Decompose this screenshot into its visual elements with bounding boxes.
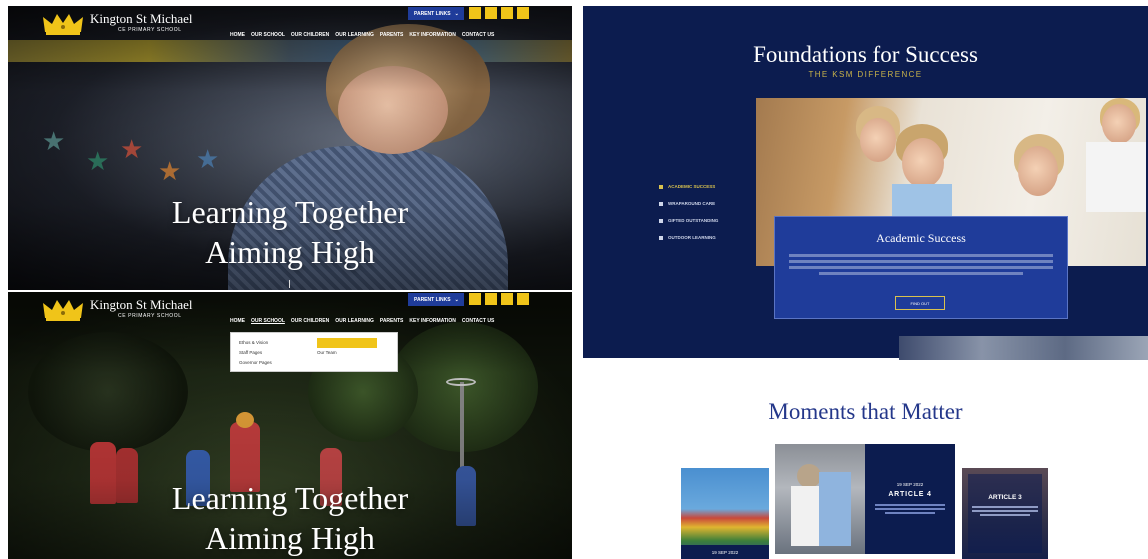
moments-title: Moments that Matter [768, 399, 963, 424]
quick-link-icon[interactable] [485, 7, 497, 19]
dropdown-column: Our Team [317, 338, 377, 358]
dropdown-item[interactable]: Staff Pages [239, 348, 272, 358]
article-desc [875, 504, 945, 514]
nav-item-parents[interactable]: PARENTS [380, 318, 404, 324]
parent-links-button[interactable]: PARENT LINKS ⌄ [408, 293, 464, 306]
homepage-sections-panel: Foundations for Success THE KSM DIFFEREN… [583, 6, 1148, 559]
bullet-icon [659, 184, 663, 189]
hero-heading: Learning Together Aiming High [8, 192, 572, 272]
quick-link-icon[interactable] [501, 293, 513, 305]
nav-item-key-information[interactable]: KEY INFORMATION [409, 318, 455, 324]
quick-link-icon[interactable] [485, 293, 497, 305]
bullet-icon [659, 218, 663, 223]
menu-item-label: GIFTED OUTSTANDING [668, 218, 719, 223]
school-subtitle: CE PRIMARY SCHOOL [118, 313, 182, 319]
parent-links-button[interactable]: PARENT LINKS ⌄ [408, 7, 464, 20]
article-date: 19 SEP 2022 [681, 545, 769, 559]
academic-success-card: Academic Success FIND OUT [774, 216, 1068, 319]
article-title: ARTICLE 3 [988, 494, 1022, 501]
main-nav: HOME OUR SCHOOL OUR CHILDREN OUR LEARNIN… [230, 318, 494, 324]
dropdown-item-highlighted[interactable] [317, 338, 377, 348]
parent-links-label: PARENT LINKS [414, 296, 451, 303]
child-hat-image [797, 464, 821, 488]
school-name: Kington St Michael [90, 11, 193, 26]
article-overlay: ARTICLE 3 [968, 474, 1042, 553]
bullet-icon [659, 201, 663, 206]
menu-item-academic-success[interactable]: ACADEMIC SUCCESS [659, 178, 718, 195]
dropdown-column: Ethos & Vision Staff Pages Governor Page… [239, 338, 272, 368]
dropdown-item[interactable]: Governor Pages [239, 358, 272, 368]
dropdown-item[interactable]: Our Team [317, 348, 377, 358]
menu-item-label: WRAPAROUND CARE [668, 201, 716, 206]
article-desc [972, 506, 1038, 516]
nav-item-contact-us[interactable]: CONTACT US [462, 318, 494, 324]
parent-links-label: PARENT LINKS [414, 10, 451, 17]
article-text: 19 SEP 2022 ARTICLE 4 [865, 444, 955, 554]
article-photo [775, 444, 865, 554]
article-card-featured[interactable]: 19 SEP 2022 ARTICLE 4 [775, 444, 955, 554]
nav-item-home[interactable]: HOME [230, 318, 245, 324]
nav-item-our-learning[interactable]: OUR LEARNING [335, 32, 374, 38]
quick-link-icon[interactable] [517, 7, 529, 19]
hero-panel-netball: Kington St Michael CE PRIMARY SCHOOL PAR… [8, 292, 572, 559]
nav-item-parents[interactable]: PARENTS [380, 32, 404, 38]
quick-link-icon[interactable] [469, 7, 481, 19]
foundations-menu: ACADEMIC SUCCESS WRAPAROUND CARE GIFTED … [659, 178, 718, 246]
bullet-icon [659, 235, 663, 240]
menu-item-label: OUTDOOR LEARNING [668, 235, 716, 240]
nav-item-contact-us[interactable]: CONTACT US [462, 32, 494, 38]
hero-line-2: Aiming High [205, 234, 375, 270]
quick-link-icon[interactable] [517, 293, 529, 305]
nav-item-our-school[interactable]: OUR SCHOOL [251, 318, 285, 324]
child-dress-image [819, 472, 851, 546]
nav-item-key-information[interactable]: KEY INFORMATION [409, 32, 455, 38]
school-logo[interactable]: Kington St Michael CE PRIMARY SCHOOL [42, 12, 193, 36]
child-face-image [1018, 146, 1058, 196]
section-transition-image [899, 336, 1148, 360]
child-shirt-image [1086, 142, 1146, 212]
hero-line-2: Aiming High [205, 520, 375, 556]
collage-divider [574, 0, 583, 559]
child-face-image [902, 138, 944, 188]
nav-item-our-children[interactable]: OUR CHILDREN [291, 318, 329, 324]
article-date: 19 SEP 2022 [896, 482, 924, 487]
scroll-indicator[interactable] [289, 280, 290, 288]
hero-panel-classroom: ★ ★ ★ ★ ★ Kington St Michael CE PRIMARY … [8, 6, 572, 290]
foundations-subtitle: THE KSM DIFFERENCE [808, 70, 923, 79]
card-body-text [789, 251, 1053, 278]
hero-line-1: Learning Together [171, 480, 409, 516]
nav-item-our-children[interactable]: OUR CHILDREN [291, 32, 329, 38]
menu-item-gifted-outstanding[interactable]: GIFTED OUTSTANDING [659, 212, 718, 229]
nav-item-our-school[interactable]: OUR SCHOOL [251, 32, 285, 38]
hero-line-1: Learning Together [171, 194, 409, 230]
nav-item-home[interactable]: HOME [230, 32, 245, 38]
our-school-dropdown: Ethos & Vision Staff Pages Governor Page… [230, 332, 398, 372]
article-card[interactable]: ARTICLE 3 [962, 468, 1048, 559]
menu-item-label: ACADEMIC SUCCESS [668, 184, 716, 189]
chevron-down-icon: ⌄ [454, 10, 459, 17]
nav-item-our-learning[interactable]: OUR LEARNING [335, 318, 374, 324]
card-title: Academic Success [876, 231, 966, 245]
quick-link-icon[interactable] [501, 7, 513, 19]
main-nav: HOME OUR SCHOOL OUR CHILDREN OUR LEARNIN… [230, 32, 494, 38]
school-logo[interactable]: Kington St Michael CE PRIMARY SCHOOL [42, 298, 193, 322]
school-name: Kington St Michael [90, 297, 193, 312]
article-title: ARTICLE 4 [888, 491, 932, 498]
quick-link-icon[interactable] [469, 293, 481, 305]
crown-icon [43, 300, 83, 321]
chevron-down-icon: ⌄ [454, 296, 459, 303]
foundations-title: Foundations for Success [753, 42, 978, 67]
school-subtitle: CE PRIMARY SCHOOL [118, 27, 182, 33]
menu-item-outdoor-learning[interactable]: OUTDOOR LEARNING [659, 229, 718, 246]
menu-item-wraparound-care[interactable]: WRAPAROUND CARE [659, 195, 718, 212]
hero-heading: Learning Together Aiming High [8, 478, 572, 558]
child-face-image [1102, 104, 1136, 144]
article-card[interactable]: 19 SEP 2022 [681, 468, 769, 559]
crown-icon [43, 14, 83, 35]
dropdown-item[interactable]: Ethos & Vision [239, 338, 272, 348]
screenshot-collage: ★ ★ ★ ★ ★ Kington St Michael CE PRIMARY … [0, 0, 1148, 559]
child-face-image [860, 118, 896, 162]
find-out-button[interactable]: FIND OUT [895, 296, 945, 310]
